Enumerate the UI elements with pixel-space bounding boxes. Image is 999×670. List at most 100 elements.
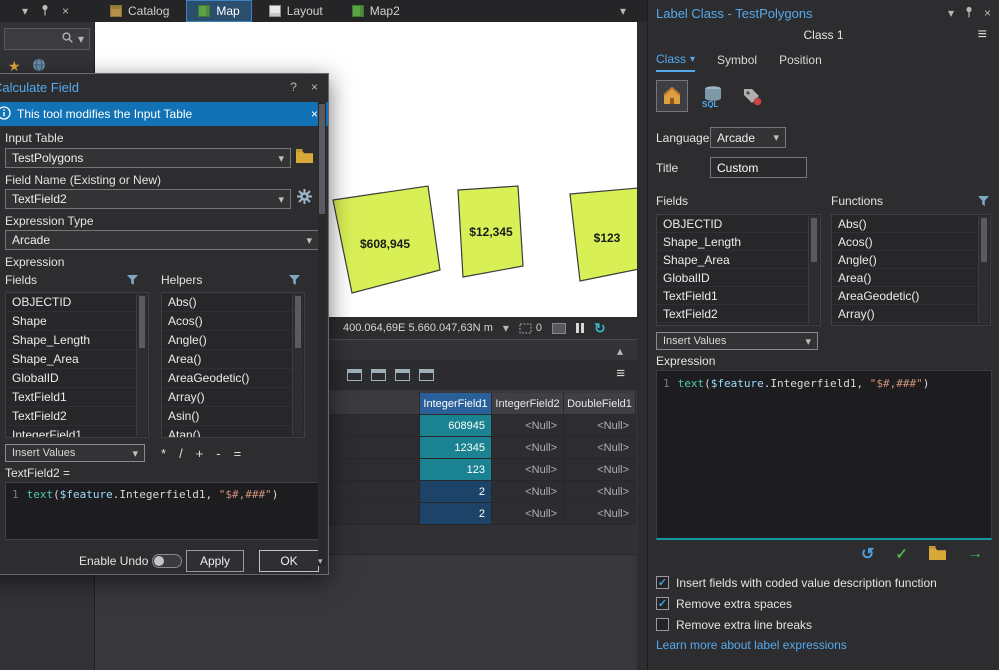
scrollbar[interactable] [808,216,819,324]
general-label-icon[interactable] [656,80,688,112]
learn-more-link[interactable]: Learn more about label expressions [656,638,847,652]
table-column-header[interactable]: IntegerField1 [420,393,492,415]
filter-icon[interactable] [289,274,300,288]
selection-count[interactable]: 0 [519,322,542,334]
panel-header[interactable]: Label Class - TestPolygons ▾ × [648,0,999,26]
field-item[interactable]: IntegerField1 [6,426,148,437]
table-cell[interactable]: <Null> [492,459,564,481]
undo-icon[interactable]: ↺ [861,544,874,564]
field-item[interactable]: TextField1 [6,388,148,407]
browse-folder-icon[interactable] [296,149,313,166]
helper-item[interactable]: AreaGeodetic() [162,369,304,388]
scrollbar[interactable] [136,294,147,436]
operator-button[interactable]: = [234,446,242,461]
field-item[interactable]: Shape_Length [6,331,148,350]
close-icon[interactable]: × [311,108,318,120]
table-menu-icon[interactable]: ≡ [616,366,625,381]
operator-button[interactable]: / [179,446,183,461]
view-tab[interactable]: Catalog [98,0,181,22]
collapse-chevron-icon[interactable]: ▴ [617,345,623,357]
expression-code[interactable]: text($feature.Integerfield1, "$#,###") [678,377,930,390]
field-item[interactable]: GlobalID [6,369,148,388]
insert-values-combo[interactable]: Insert Values ▾ [656,332,818,350]
dialog-scrollbar[interactable]: ▾ [318,102,326,566]
table-cell[interactable]: <Null> [564,459,636,481]
filter-icon[interactable] [978,195,989,209]
scrollbar[interactable] [978,216,989,324]
insert-values-combo[interactable]: Insert Values ▾ [5,444,145,462]
table-view-icon[interactable] [347,369,362,381]
table-view-icon[interactable] [395,369,410,381]
filter-icon[interactable] [127,274,138,288]
checkbox[interactable] [656,618,669,631]
view-tab[interactable]: Layout [257,0,335,22]
dialog-titlebar[interactable]: Calculate Field ? × [0,74,328,100]
table-cell[interactable]: <Null> [492,415,564,437]
label-panel-tab[interactable]: Class ▾ [656,52,696,72]
function-item[interactable]: Area() [832,269,990,287]
label-option[interactable]: Remove extra line breaks [656,614,937,635]
pin-icon[interactable] [964,6,974,21]
apply-button[interactable]: Apply [186,550,244,572]
extent-icon[interactable] [552,322,567,334]
helper-item[interactable]: Atan() [162,426,304,437]
field-item[interactable]: TextField2 [6,407,148,426]
close-icon[interactable]: × [311,81,318,93]
input-table-combo[interactable]: TestPolygons ▾ [5,148,291,168]
helper-item[interactable]: Area() [162,350,304,369]
open-folder-icon[interactable] [929,545,946,563]
checkbox[interactable]: ✓ [656,576,669,589]
enable-undo-toggle[interactable] [152,554,182,568]
function-item[interactable]: Angle() [832,251,990,269]
label-panel-tab[interactable]: Symbol [717,52,757,72]
title-input[interactable]: Custom [710,157,807,178]
close-icon[interactable]: × [984,7,991,19]
label-option[interactable]: ✓ Insert fields with coded value descrip… [656,572,937,593]
table-cell[interactable]: 123 [420,459,492,481]
table-column-header[interactable]: DoubleField1 [564,393,636,415]
field-item[interactable]: TextField1 [657,287,820,305]
table-cell[interactable]: <Null> [564,503,636,525]
field-item[interactable]: GlobalID [657,269,820,287]
pin-icon[interactable] [40,4,50,19]
tab-overflow-chevron-icon[interactable]: ▾ [620,5,626,17]
chevron-down-icon[interactable]: ▾ [22,5,28,17]
expression-type-combo[interactable]: Arcade ▾ [5,230,319,250]
function-item[interactable]: Array() [832,305,990,323]
operator-button[interactable]: + [196,446,204,461]
refresh-icon[interactable]: ↻ [594,321,606,335]
validate-check-icon[interactable]: ✓ [895,545,908,563]
pause-icon[interactable] [576,323,585,333]
scroll-down-icon[interactable]: ▾ [318,557,323,566]
language-combo[interactable]: Arcade ▾ [710,127,786,148]
checkbox[interactable]: ✓ [656,597,669,610]
search-input[interactable]: ▾ [4,28,90,50]
table-cell[interactable]: 2 [420,503,492,525]
chevron-down-icon[interactable]: ▾ [948,7,954,19]
table-cell[interactable]: 608945 [420,415,492,437]
ok-button[interactable]: OK [259,550,319,572]
table-cell[interactable]: 2 [420,481,492,503]
table-view-icon[interactable] [419,369,434,381]
chevron-down-icon[interactable]: ▾ [78,33,84,45]
scrollbar[interactable] [292,294,303,436]
table-cell[interactable]: <Null> [492,503,564,525]
helper-item[interactable]: Acos() [162,312,304,331]
help-icon[interactable]: ? [290,81,297,93]
apply-arrow-icon[interactable]: → [967,545,983,563]
gear-icon[interactable] [297,189,312,207]
table-column-header[interactable]: IntegerField2 [492,393,564,415]
field-name-combo[interactable]: TextField2 ▾ [5,189,291,209]
label-panel-tab[interactable]: Position [779,52,822,72]
coordinate-display[interactable]: 400.064,69E 5.660.047,63N m [343,322,493,334]
sql-query-icon[interactable]: SQL [696,80,728,112]
table-cell[interactable]: <Null> [492,437,564,459]
view-tab[interactable]: Map2 [340,0,412,22]
helper-item[interactable]: Abs() [162,293,304,312]
function-item[interactable]: AreaGeodetic() [832,287,990,305]
field-item[interactable]: Shape_Area [6,350,148,369]
table-view-icon[interactable] [371,369,386,381]
operator-button[interactable]: - [216,446,220,461]
field-item[interactable]: OBJECTID [657,215,820,233]
function-item[interactable]: Acos() [832,233,990,251]
